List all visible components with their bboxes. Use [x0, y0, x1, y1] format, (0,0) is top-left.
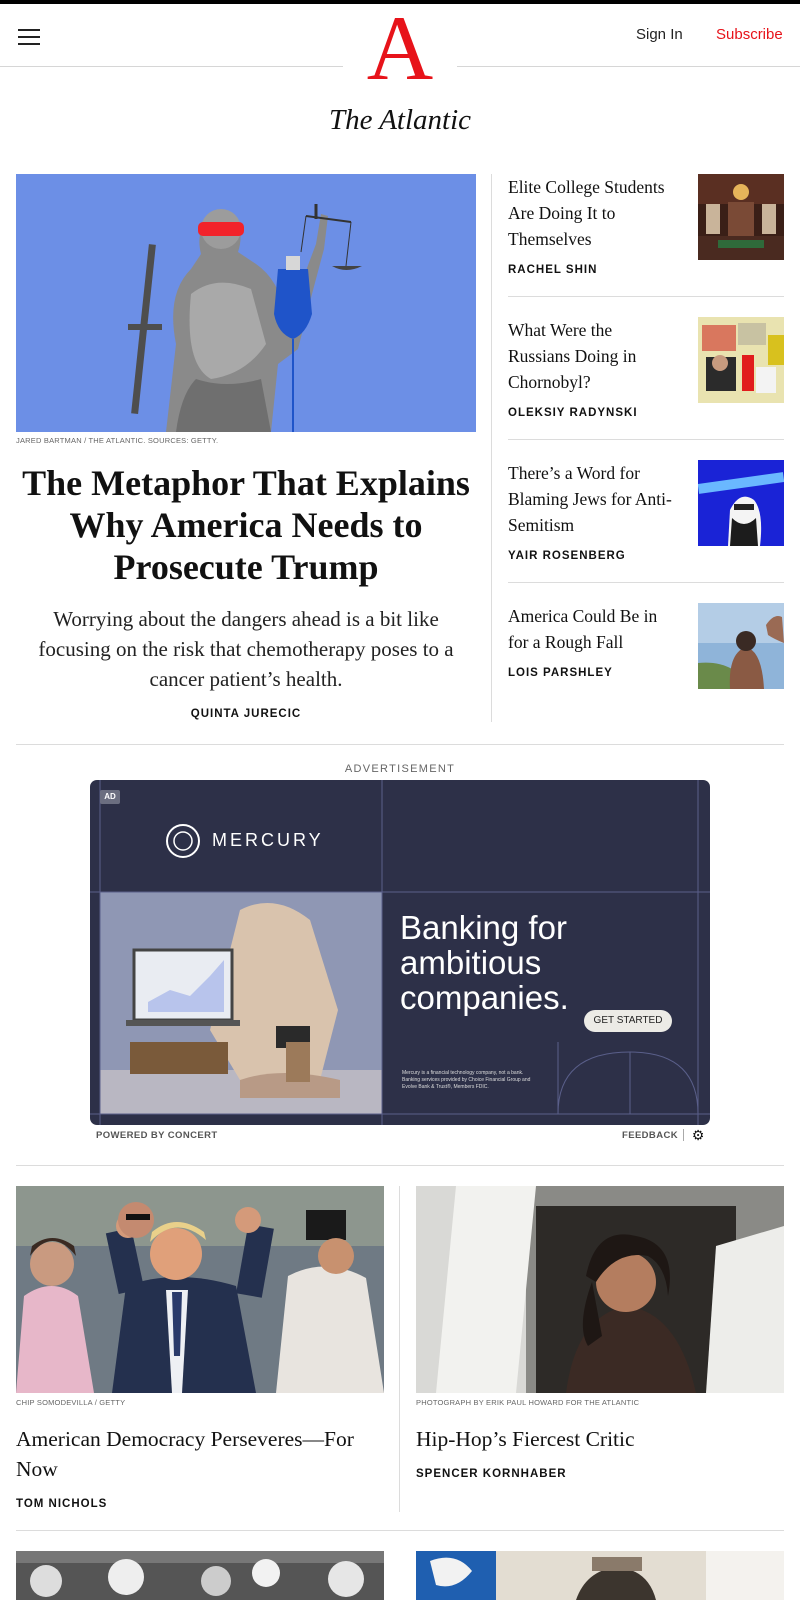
- card-byline[interactable]: SPENCER KORNHABER: [416, 1468, 567, 1480]
- side-story-thumbnail[interactable]: [698, 174, 784, 260]
- site-header: A The Atlantic Sign In Subscribe: [0, 0, 800, 154]
- side-story-thumbnail[interactable]: [698, 460, 784, 546]
- library-hall-thumbnail: [698, 174, 784, 260]
- card-headline[interactable]: Hip-Hop’s Fiercest Critic: [416, 1424, 784, 1454]
- logo-wordmark[interactable]: The Atlantic: [300, 104, 500, 137]
- mercury-wordmark: MERCURY: [212, 830, 324, 850]
- sign-in-link[interactable]: Sign In: [636, 26, 683, 43]
- ad-headline: Banking for ambitious companies.: [400, 909, 569, 1016]
- ad-fine-print: Mercury is a financial technology compan…: [402, 1070, 531, 1090]
- side-divider: [508, 439, 784, 440]
- lead-story-image[interactable]: [16, 174, 476, 432]
- card-image[interactable]: [416, 1186, 784, 1393]
- lead-dek: Worrying about the dangers ahead is a bi…: [38, 607, 454, 691]
- card-image[interactable]: [416, 1551, 784, 1600]
- lady-justice-illustration: [16, 174, 476, 432]
- lead-image-credit: JARED BARTMAN / THE ATLANTIC. SOURCES: G…: [16, 436, 219, 445]
- car-portrait-photo: [416, 1186, 784, 1393]
- header-rule-left: [0, 66, 343, 67]
- column-divider: [491, 174, 492, 722]
- side-divider: [508, 582, 784, 583]
- card-byline[interactable]: TOM NICHOLS: [16, 1498, 107, 1510]
- portrait-collage-thumbnail: [698, 460, 784, 546]
- card-headline[interactable]: American Democracy Perseveres—For Now: [16, 1424, 384, 1484]
- subscribe-link[interactable]: Subscribe: [716, 26, 783, 43]
- sky-figure-thumbnail: [698, 603, 784, 689]
- side-story-title[interactable]: There’s a Word for Blaming Jews for Anti…: [508, 460, 673, 538]
- advertisement-label: ADVERTISEMENT: [344, 763, 456, 775]
- section-divider: [16, 744, 784, 745]
- side-story-title[interactable]: America Could Be in for a Rough Fall: [508, 603, 673, 655]
- collage-thumbnail: [698, 317, 784, 403]
- card-image[interactable]: [16, 1551, 384, 1600]
- side-story-byline[interactable]: OLEKSIY RADYNSKI: [508, 407, 638, 419]
- side-story-byline[interactable]: LOIS PARSHLEY: [508, 667, 613, 679]
- mercury-ad[interactable]: AD MERCURY Banking for ambitious compani…: [90, 780, 710, 1125]
- logo-letter[interactable]: A: [350, 0, 450, 96]
- side-story-byline[interactable]: RACHEL SHIN: [508, 264, 597, 276]
- lead-byline[interactable]: QUINTA JURECIC: [16, 708, 476, 720]
- side-story-thumbnail[interactable]: [698, 603, 784, 689]
- side-story-thumbnail[interactable]: [698, 317, 784, 403]
- card-image-credit: PHOTOGRAPH BY ERIK PAUL HOWARD FOR THE A…: [416, 1398, 640, 1407]
- hamburger-menu-icon[interactable]: [18, 28, 40, 46]
- sign-portrait-photo: [416, 1551, 784, 1600]
- ad-footer-separator: [683, 1129, 684, 1141]
- side-story-byline[interactable]: YAIR ROSENBERG: [508, 550, 626, 562]
- side-story-title[interactable]: What Were the Russians Doing in Chornoby…: [508, 317, 673, 395]
- lead-headline[interactable]: The Metaphor That Explains Why America N…: [16, 462, 476, 588]
- card-divider: [399, 1186, 400, 1512]
- section-divider: [16, 1530, 784, 1531]
- side-story-title[interactable]: Elite College Students Are Doing It to T…: [508, 174, 673, 252]
- card-image[interactable]: [16, 1186, 384, 1393]
- masks-photo: [16, 1551, 384, 1600]
- gear-icon[interactable]: ⚙: [690, 1127, 706, 1143]
- header-rule-right: [457, 66, 800, 67]
- get-started-button[interactable]: GET STARTED: [584, 1010, 672, 1032]
- ad-badge: AD: [100, 790, 120, 804]
- side-story[interactable]: America Could Be in for a Rough Fall LOI…: [508, 603, 784, 746]
- section-divider: [16, 1165, 784, 1166]
- ad-feedback-link[interactable]: FEEDBACK: [622, 1130, 678, 1141]
- rally-photo: [16, 1186, 384, 1393]
- card-image-credit: CHIP SOMODEVILLA / GETTY: [16, 1398, 126, 1407]
- powered-by-concert: POWERED BY CONCERT: [96, 1130, 218, 1141]
- side-divider: [508, 296, 784, 297]
